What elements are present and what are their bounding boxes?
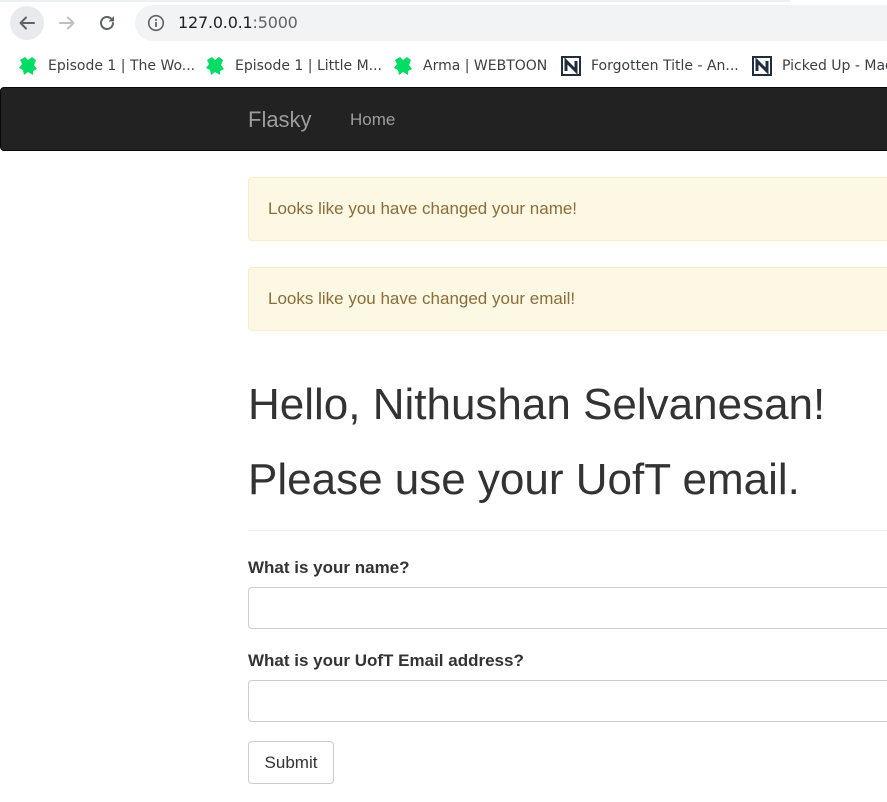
bookmark-label: Episode 1 | The Wo... bbox=[48, 58, 196, 74]
name-label: What is your name? bbox=[248, 558, 410, 577]
submit-button[interactable]: Submit bbox=[248, 741, 334, 784]
browser-toolbar: 127.0.0.1:5000 bbox=[0, 0, 887, 46]
bookmark-item[interactable]: Episode 1 | Little M... bbox=[205, 54, 382, 78]
name-input[interactable] bbox=[248, 587, 887, 629]
webtoon-icon bbox=[394, 57, 412, 75]
info-icon bbox=[147, 14, 165, 32]
forward-button[interactable] bbox=[50, 6, 84, 40]
flash-alert: Looks like you have changed your email! bbox=[248, 267, 887, 331]
bookmark-item[interactable]: Arma | WEBTOON bbox=[393, 54, 547, 78]
site-navbar: Flasky Home bbox=[0, 87, 887, 151]
bookmark-item[interactable]: Episode 1 | The Wo... bbox=[18, 54, 195, 78]
bookmarks-bar: Episode 1 | The Wo... Episode 1 | Little… bbox=[0, 46, 887, 86]
address-bar[interactable]: 127.0.0.1:5000 bbox=[135, 5, 887, 41]
bookmark-item[interactable]: Forgotten Title - An... bbox=[561, 54, 739, 78]
reload-icon bbox=[100, 16, 114, 30]
bookmark-label: Forgotten Title - An... bbox=[591, 58, 739, 74]
greeting-heading: Hello, Nithushan Selvanesan! bbox=[248, 380, 826, 429]
bookmark-label: Picked Up - Mad bbox=[782, 58, 887, 74]
back-arrow-icon bbox=[19, 16, 35, 30]
flash-alert: Looks like you have changed your name! bbox=[248, 177, 887, 241]
reload-button[interactable] bbox=[90, 6, 124, 40]
email-input[interactable] bbox=[248, 680, 887, 722]
webtoon-icon bbox=[19, 57, 37, 75]
bookmark-item[interactable]: Picked Up - Mad bbox=[752, 54, 887, 78]
nav-link-home[interactable]: Home bbox=[350, 110, 395, 130]
bookmark-label: Episode 1 | Little M... bbox=[235, 58, 383, 74]
url-port: :5000 bbox=[252, 13, 298, 32]
url-text: 127.0.0.1:5000 bbox=[178, 13, 298, 32]
webtoon-icon bbox=[206, 57, 224, 75]
email-notice-heading: Please use your UofT email. bbox=[248, 455, 800, 504]
novelupdates-icon bbox=[561, 56, 581, 76]
back-button[interactable] bbox=[10, 6, 44, 40]
navbar-brand[interactable]: Flasky bbox=[248, 107, 312, 133]
email-label: What is your UofT Email address? bbox=[248, 651, 524, 670]
url-host: 127.0.0.1 bbox=[178, 13, 253, 32]
novelupdates-icon bbox=[752, 56, 772, 76]
bookmark-label: Arma | WEBTOON bbox=[423, 58, 548, 74]
divider bbox=[248, 530, 887, 531]
forward-arrow-icon bbox=[59, 16, 75, 30]
